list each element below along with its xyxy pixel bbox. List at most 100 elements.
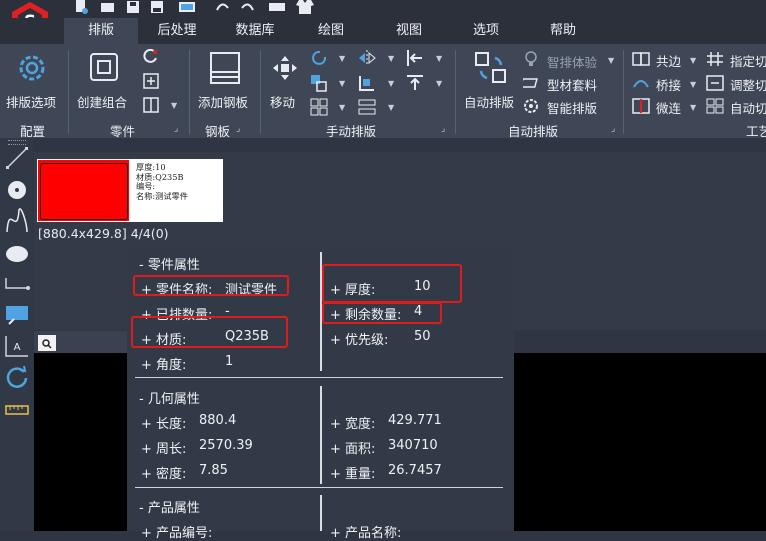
profile-nesting-button[interactable]: 型材套料 [547,75,597,94]
tab-post-process[interactable]: 后处理 [140,18,214,44]
mirror-icon[interactable] [358,49,376,71]
chevron-down-icon[interactable]: ▼ [690,80,696,89]
ribbon-divider [68,50,69,134]
save-as-icon[interactable] [150,0,164,14]
rotate-icon[interactable] [310,49,328,71]
tab-help[interactable]: 帮助 [526,18,600,44]
profile-icon[interactable] [519,75,539,95]
area-value: 340710 [388,438,438,453]
chevron-down-icon[interactable]: ▼ [436,54,442,63]
micro-joint-icon[interactable] [632,98,650,118]
product-props-header[interactable]: - 产品属性 [139,497,200,516]
ellipse-tool-icon[interactable] [4,244,30,268]
adjust-cut-button[interactable]: 调整切 [730,75,766,94]
line-tool-icon[interactable] [5,146,29,174]
width-label: + 宽度: [330,417,376,432]
measure-icon[interactable] [4,398,30,424]
part-props-header[interactable]: - 零件属性 [139,254,200,273]
tab-layout[interactable]: 排版 [64,18,138,44]
common-edge-icon[interactable] [632,51,650,71]
layout-options-button[interactable]: 排版选项 [6,92,56,111]
bulb-icon[interactable] [523,51,539,71]
push-up-icon[interactable] [406,74,424,96]
length-value: 880.4 [199,413,237,428]
undo-icon[interactable] [214,0,230,14]
auto-cut-icon[interactable] [706,98,724,118]
select-box-icon[interactable] [4,304,30,332]
text-tool-icon[interactable]: A [4,334,30,362]
tab-draw[interactable]: 绘图 [294,18,368,44]
section-divider [135,487,503,488]
auto-nest-icon[interactable] [475,52,507,88]
shirt-icon[interactable] [296,0,314,14]
auto-layout-button[interactable]: 自动排版 [464,92,514,111]
highlight-remaining-qty [322,302,442,324]
redo-icon[interactable] [240,0,256,14]
open-icon[interactable] [100,0,116,14]
export-icon[interactable] [178,0,196,14]
area-label: + 面积: [330,442,376,457]
adjust-cut-icon[interactable] [706,75,724,95]
geometry-props-header[interactable]: - 几何属性 [139,388,200,407]
tab-database[interactable]: 数据库 [218,18,292,44]
chevron-down-icon[interactable]: ▼ [388,54,394,63]
corner-align-icon[interactable] [358,74,376,96]
split-icon[interactable] [143,97,159,117]
group-icon[interactable] [90,53,118,85]
dialog-launcher-icon[interactable]: ⌟ [174,124,178,134]
circle-tool-icon[interactable] [5,178,29,206]
chevron-down-icon[interactable]: ▼ [339,103,345,112]
chevron-down-icon[interactable]: ▼ [388,103,394,112]
bridge-icon[interactable] [632,75,650,95]
column-divider [320,386,322,484]
chevron-down-icon[interactable]: ▼ [171,101,177,110]
highlight-material [131,316,288,348]
path-tool-icon[interactable] [4,274,30,298]
move-icon[interactable] [272,55,298,85]
group-label-auto: 自动排版 [508,124,559,139]
arc-icon[interactable] [143,48,159,69]
chevron-down-icon[interactable]: ▼ [339,54,345,63]
smart-gear-icon[interactable] [523,98,539,118]
array-icon[interactable] [310,98,328,120]
create-group-button[interactable]: 创建组合 [77,92,127,111]
tab-options[interactable]: 选项 [449,18,523,44]
common-edge-button[interactable]: 共边 [656,51,681,70]
dialog-launcher-icon[interactable]: ⌟ [441,124,445,134]
specify-cut-icon[interactable] [706,51,724,71]
chevron-down-icon[interactable]: ▼ [608,56,614,65]
smart-trial-button[interactable]: 智排体验 [547,52,597,71]
toolbar-grip[interactable] [8,140,26,145]
gear-icon[interactable] [16,52,48,88]
add-plate-button[interactable]: 添加钢板 [198,92,248,111]
distribute-icon[interactable] [358,98,376,120]
refresh-icon[interactable] [4,364,30,394]
angle-label: + 角度: [141,358,187,373]
auto-cut-button[interactable]: 自动切 [730,98,766,117]
save-icon[interactable] [126,0,140,14]
smart-layout-button[interactable]: 智能排版 [547,98,597,117]
new-file-icon[interactable] [74,0,88,14]
print-icon[interactable] [268,0,286,14]
move-button[interactable]: 移动 [270,92,295,111]
document-icon[interactable] [38,335,56,351]
ribbon-divider [260,50,261,134]
chevron-down-icon[interactable]: ▼ [436,79,442,88]
tab-view[interactable]: 视图 [372,18,446,44]
perimeter-value: 2570.39 [199,438,253,453]
push-left-icon[interactable] [406,49,424,71]
chevron-down-icon[interactable]: ▼ [690,56,696,65]
bridge-button[interactable]: 桥接 [656,75,681,94]
dialog-launcher-icon[interactable]: ⌟ [236,124,240,134]
specify-cut-button[interactable]: 指定切 [730,51,766,70]
dialog-launcher-icon[interactable]: ⌟ [611,124,615,134]
chevron-down-icon[interactable]: ▼ [339,79,345,88]
highlight-thickness [322,264,462,303]
add-part-icon[interactable] [143,73,159,93]
micro-joint-button[interactable]: 微连 [656,98,681,117]
chevron-down-icon[interactable]: ▼ [690,103,696,112]
chevron-down-icon[interactable]: ▼ [388,79,394,88]
align-icon[interactable] [310,74,328,96]
spline-tool-icon[interactable] [5,208,29,238]
plate-icon[interactable] [210,52,240,88]
